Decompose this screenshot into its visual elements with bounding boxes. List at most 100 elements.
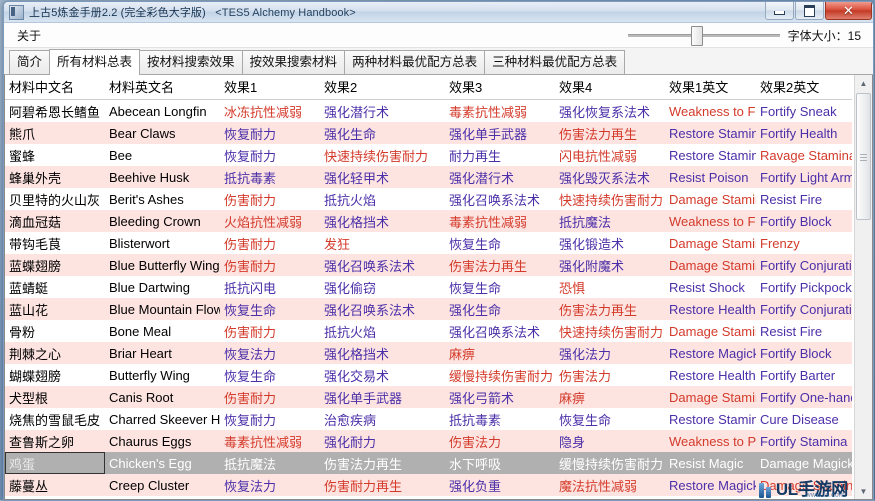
cell-cn-name[interactable]: 带钩毛茛 [5,232,105,254]
cell-effect4[interactable]: 恐惧 [555,276,665,298]
cell-effect3[interactable]: 强化单手武器 [445,122,555,144]
cell-cn-name[interactable]: 蓝蝶翅膀 [5,254,105,276]
cell-effect4[interactable]: 快速持续伤害耐力 [555,320,665,342]
table-row[interactable]: 骨粉 Bone Meal 伤害耐力 抵抗火焰 强化召唤系法术 快速持续伤害耐力 Damage… [5,320,852,342]
cell-effect2-en[interactable]: Ravage Stamina [756,144,852,166]
tab-intro[interactable]: 简介 [9,50,51,74]
cell-en-name[interactable]: Chaurus Eggs [105,430,220,452]
cell-effect1[interactable]: 抵抗闪电 [220,276,320,298]
cell-effect4[interactable]: 抵抗魔法 [555,496,665,499]
column-header-effect2[interactable]: 效果2 [320,75,445,100]
cell-effect4[interactable]: 伤害法力再生 [555,122,665,144]
cell-effect3[interactable]: 麻痹 [445,342,555,364]
cell-effect3[interactable]: 强化召唤系法术 [445,188,555,210]
cell-effect4[interactable]: 强化附魔术 [555,254,665,276]
cell-effect2-en[interactable]: Fortify Health [756,122,852,144]
cell-effect2[interactable]: 强化轻甲术 [320,166,445,188]
table-row[interactable]: 烧焦的雪鼠毛皮Charred Skeever Hide恢复耐力治愈疾病抵抗毒素恢… [5,408,852,430]
cell-effect2[interactable]: 强化耐力 [320,430,445,452]
cell-effect2-en[interactable]: Fortify Pickpocket [756,276,852,298]
cell-en-name[interactable]: Creep Cluster [105,474,220,496]
cell-effect1-en[interactable]: Restore Stamina [665,408,756,430]
cell-en-name[interactable]: Berit's Ashes [105,188,220,210]
table-row[interactable]: 蓝蝶翅膀 Blue Butterfly Wing 伤害耐力 强化召唤系法术 伤害法力再生… [5,254,852,276]
cell-effect4[interactable]: 恢复生命 [555,408,665,430]
cell-effect2-en[interactable]: Resist Fire [756,188,852,210]
tab-three-material-recipes[interactable]: 三种材料最优配方总表 [484,50,626,74]
cell-effect2[interactable]: 强化单手武器 [320,386,445,408]
table-row[interactable]: 蜂巢外壳 Beehive Husk 抵抗毒素 强化轻甲术 强化潜行术 强化毁灭系法术 Res… [5,166,852,188]
cell-effect2[interactable]: 强化生命 [320,122,445,144]
cell-effect1-en[interactable]: Restore Stamina [665,144,756,166]
cell-en-name[interactable]: Beehive Husk [105,166,220,188]
cell-effect3[interactable]: 伤害法力 [445,430,555,452]
cell-effect3[interactable]: 毒素抗性减弱 [445,210,555,232]
cell-effect1-en[interactable]: Weakness to Fire [665,210,756,232]
cell-en-name[interactable]: Blue Butterfly Wing [105,254,220,276]
cell-effect3[interactable]: 伤害法力再生 [445,254,555,276]
cell-effect1-en[interactable]: Damage Stamina [665,232,756,254]
column-header-en-name[interactable]: 材料英文名 [105,75,220,100]
table-row[interactable]: 猩红奈恩根Crimson Nirnroot伤害生命伤害耐力隐身抵抗魔法Damag… [5,496,852,499]
table-row[interactable]: 滴血冠菇 Bleeding Crown 火焰抗性减弱 强化格挡术 毒素抗性减弱 抵抗魔法 W… [5,210,852,232]
cell-effect1[interactable]: 恢复生命 [220,364,320,386]
cell-cn-name[interactable]: 阿碧希恩长鳍鱼 [5,99,105,122]
cell-effect1[interactable]: 伤害生命 [220,496,320,499]
cell-effect1-en[interactable]: Restore Health [665,364,756,386]
cell-effect1[interactable]: 恢复耐力 [220,122,320,144]
cell-en-name[interactable]: Bear Claws [105,122,220,144]
cell-effect1[interactable]: 抵抗魔法 [220,452,320,474]
cell-effect3[interactable]: 隐身 [445,496,555,499]
cell-effect2-en[interactable]: Fortify Block [756,342,852,364]
cell-effect1-en[interactable]: Resist Shock [665,276,756,298]
cell-effect2[interactable]: 伤害耐力再生 [320,474,445,496]
scrollbar-track[interactable] [856,91,871,483]
cell-cn-name[interactable]: 犬型根 [5,386,105,408]
cell-cn-name[interactable]: 熊爪 [5,122,105,144]
cell-effect1-en[interactable]: Resist Poison [665,166,756,188]
cell-effect1[interactable]: 恢复法力 [220,474,320,496]
table-row[interactable]: 犬型根 Canis Root 伤害耐力 强化单手武器 强化弓箭术 麻痹 Damage Sta… [5,386,852,408]
cell-effect1[interactable]: 火焰抗性减弱 [220,210,320,232]
cell-effect2-en[interactable]: Fortify Light Armor [756,166,852,188]
cell-effect1[interactable]: 恢复法力 [220,342,320,364]
cell-effect1-en[interactable]: Resist Magic [665,452,756,474]
column-header-effect2-en[interactable]: 效果2英文 [756,75,852,100]
cell-effect3[interactable]: 抵抗毒素 [445,408,555,430]
cell-effect4[interactable]: 强化毁灭系法术 [555,166,665,188]
cell-effect2[interactable]: 强化格挡术 [320,210,445,232]
cell-effect2[interactable]: 强化潜行术 [320,99,445,122]
cell-effect2[interactable]: 快速持续伤害耐力 [320,144,445,166]
cell-cn-name[interactable]: 烧焦的雪鼠毛皮 [5,408,105,430]
cell-effect2[interactable]: 伤害法力再生 [320,452,445,474]
cell-effect1-en[interactable]: Damage Stamina [665,188,756,210]
cell-en-name[interactable]: Blue Mountain Flower [105,298,220,320]
cell-effect1-en[interactable]: Restore Stamina [665,122,756,144]
cell-effect2[interactable]: 强化偷窃 [320,276,445,298]
cell-effect3[interactable]: 耐力再生 [445,144,555,166]
cell-effect1[interactable]: 恢复耐力 [220,408,320,430]
cell-cn-name[interactable]: 骨粉 [5,320,105,342]
cell-effect1-en[interactable]: Damage Stamina [665,386,756,408]
cell-effect2-en[interactable]: Damage Stamina Regen [756,474,852,496]
cell-effect1-en[interactable]: Weakness to Frost [665,99,756,122]
cell-effect4[interactable]: 伤害法力再生 [555,298,665,320]
cell-effect3[interactable]: 毒素抗性减弱 [445,99,555,122]
column-header-effect4[interactable]: 效果4 [555,75,665,100]
table-row[interactable]: 蓝山花Blue Mountain Flower恢复生命强化召唤系法术强化生命伤害… [5,298,852,320]
cell-effect4[interactable]: 闪电抗性减弱 [555,144,665,166]
cell-effect2-en[interactable]: Fortify Conjuration [756,298,852,320]
scroll-up-icon[interactable]: ▲ [856,75,871,91]
font-size-slider[interactable] [627,25,780,46]
cell-effect2[interactable]: 抵抗火焰 [320,188,445,210]
table-row[interactable]: 查鲁斯之卵 Chaurus Eggs 毒素抗性减弱 强化耐力 伤害法力 隐身 Weaknes… [5,430,852,452]
column-header-effect3[interactable]: 效果3 [445,75,555,100]
cell-cn-name[interactable]: 藤蔓丛 [5,474,105,496]
cell-effect1[interactable]: 恢复生命 [220,298,320,320]
cell-effect2[interactable]: 强化交易术 [320,364,445,386]
scroll-down-icon[interactable]: ▼ [856,483,871,499]
cell-cn-name[interactable]: 滴血冠菇 [5,210,105,232]
cell-cn-name[interactable]: 蜂巢外壳 [5,166,105,188]
cell-effect3[interactable]: 水下呼吸 [445,452,555,474]
cell-effect3[interactable]: 恢复生命 [445,232,555,254]
